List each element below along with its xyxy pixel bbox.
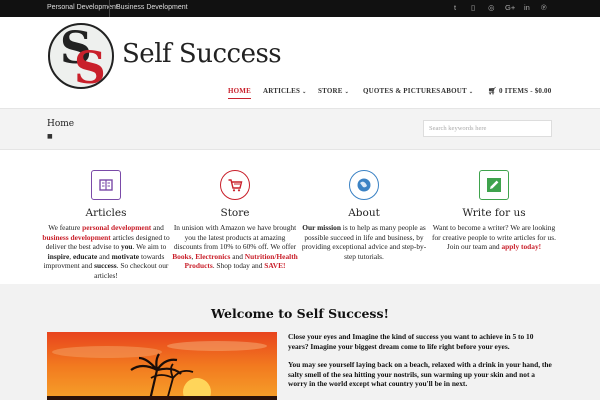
pencil-icon[interactable] — [479, 170, 509, 200]
emphasis-text: Our mission — [302, 223, 341, 232]
topbar-divider — [109, 0, 110, 17]
feature-articles: Articles We feature personal development… — [42, 170, 170, 281]
emphasis-text: educate — [73, 251, 98, 261]
home-icon[interactable]: ■ — [47, 133, 53, 140]
site-header: SS Self Success HOME ARTICLES ⌄ STORE ⌄ QU… — [0, 17, 600, 108]
top-bar: Personal Development Business Developmen… — [0, 0, 600, 17]
google-plus-icon[interactable]: G+ — [505, 3, 515, 12]
sunset-beach-image — [47, 332, 277, 400]
nav-cart[interactable]: 🛒︎ 0 ITEMS - $0.00 — [488, 87, 551, 95]
emphasis-text: success — [94, 261, 117, 271]
body-text: and — [97, 251, 112, 261]
feature-about: About Our mission is to help as many peo… — [300, 170, 428, 261]
body-text: and — [151, 223, 164, 232]
feature-text: Our mission is to help as many people as… — [300, 223, 428, 261]
instagram-icon[interactable]: ◎ — [488, 3, 495, 12]
emphasis-text: inspire — [47, 251, 70, 261]
page-title: Home — [47, 119, 75, 129]
feature-text: We feature personal development and busi… — [42, 223, 170, 281]
emphasis-text[interactable]: Electronics — [195, 252, 230, 261]
feature-title: About — [348, 207, 380, 219]
feature-text: Want to become a writer? We are looking … — [430, 223, 558, 252]
site-brand-name[interactable]: Self Success — [122, 39, 282, 69]
site-logo[interactable]: SS — [48, 23, 114, 89]
feature-write-for-us: Write for us Want to become a writer? We… — [430, 170, 558, 252]
facebook-icon[interactable]: ▯ — [471, 3, 475, 12]
nav-articles-label: ARTICLES — [263, 87, 301, 95]
breadcrumb-bar: Home ■ — [0, 108, 600, 150]
nav-about[interactable]: ABOUT ⌄ — [441, 87, 473, 95]
search-input[interactable] — [423, 120, 552, 137]
body-text: . We aim to — [132, 242, 167, 252]
nav-store[interactable]: STORE ⌄ — [318, 87, 349, 95]
cart-summary: 0 ITEMS - $0.00 — [499, 87, 552, 95]
chevron-down-icon: ⌄ — [344, 90, 349, 95]
emphasis-text: motivate — [111, 251, 140, 261]
globe-icon[interactable] — [349, 170, 379, 200]
chevron-down-icon: ⌄ — [302, 90, 307, 95]
emphasis-text[interactable]: SAVE! — [264, 261, 285, 270]
chevron-down-icon: ⌄ — [468, 90, 474, 95]
body-text: . Shop today and — [212, 261, 265, 271]
shopping-cart-icon[interactable] — [220, 170, 250, 200]
topbar-link-personal-development[interactable]: Personal Development — [47, 4, 118, 11]
emphasis-text[interactable]: Books — [172, 252, 191, 261]
nav-store-label: STORE — [318, 87, 343, 95]
welcome-section: Welcome to Self Success! Close your eyes… — [0, 284, 600, 400]
welcome-paragraph: Close your eyes and Imagine the kind of … — [288, 332, 534, 351]
feature-store: Store In unision with Amazon we have bro… — [171, 170, 299, 271]
emphasis-text[interactable]: personal development — [82, 223, 151, 232]
nav-articles[interactable]: ARTICLES ⌄ — [263, 87, 307, 95]
emphasis-text[interactable]: apply today! — [501, 242, 541, 251]
feature-text: In unision with Amazon we have brought y… — [171, 223, 299, 271]
feature-title: Write for us — [462, 207, 526, 219]
book-icon[interactable] — [91, 170, 121, 200]
pinterest-icon[interactable]: ℗ — [541, 3, 547, 12]
nav-home[interactable]: HOME — [228, 87, 251, 99]
feature-title: Articles — [85, 207, 127, 219]
body-text: and — [230, 251, 245, 261]
cart-icon: 🛒︎ — [488, 87, 500, 95]
welcome-heading: Welcome to Self Success! — [211, 306, 389, 321]
welcome-paragraph: You may see yourself laying back on a be… — [288, 360, 552, 389]
feature-title: Store — [220, 207, 250, 219]
emphasis-text: you — [121, 242, 133, 252]
nav-quotes-pictures[interactable]: QUOTES & PICTURES — [363, 87, 440, 95]
linkedin-icon[interactable]: in — [524, 3, 530, 12]
topbar-link-business-development[interactable]: Business Development — [116, 4, 188, 11]
nav-about-label: ABOUT — [441, 87, 467, 95]
body-text: In unision with Amazon we have brought y… — [173, 223, 297, 252]
emphasis-text[interactable]: business development — [42, 233, 110, 242]
twitter-icon[interactable]: t — [454, 3, 456, 12]
body-text: We feature — [48, 223, 83, 232]
